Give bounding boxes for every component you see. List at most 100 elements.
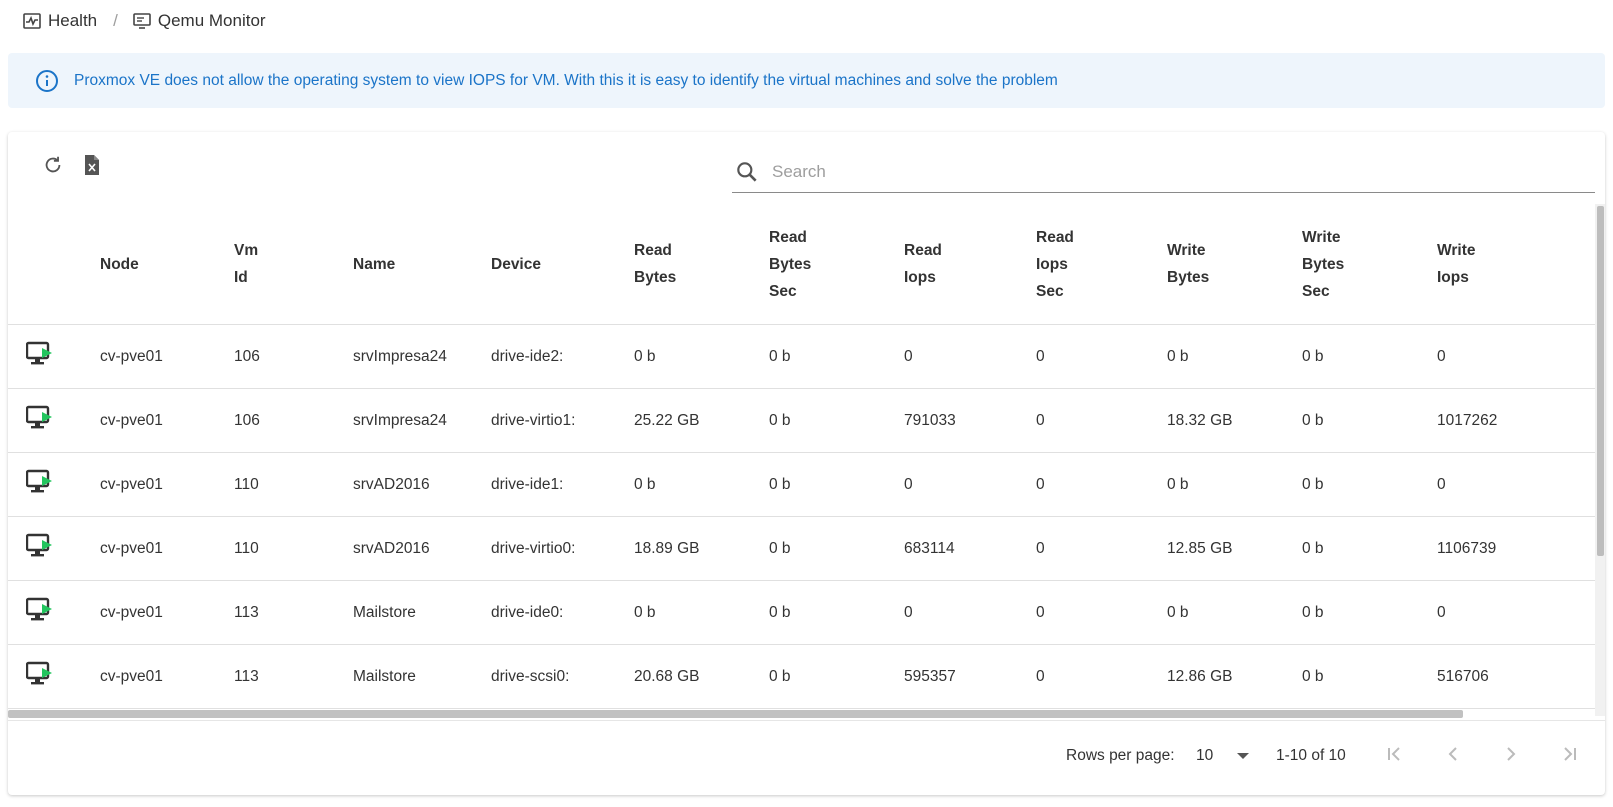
table-cell: 0 (904, 580, 1036, 645)
table-cell: cv-pve01 (100, 644, 234, 709)
qemu-monitor-card: Node Vm Id Name Device Read Bytes Read B… (8, 132, 1605, 795)
alert-message: Proxmox VE does not allow the operating … (74, 71, 1058, 89)
column-header[interactable]: Device (491, 204, 634, 325)
first-page-button[interactable] (1382, 743, 1408, 769)
rows-per-page-select[interactable]: 10 (1196, 747, 1250, 765)
info-alert: Proxmox VE does not allow the operating … (8, 53, 1605, 108)
column-header[interactable]: Read Iops (904, 204, 1036, 325)
export-excel-button[interactable] (79, 154, 105, 180)
last-page-button[interactable] (1556, 743, 1582, 769)
table-cell: 25.22 GB (634, 388, 769, 453)
previous-page-button[interactable] (1440, 743, 1466, 769)
table-cell: 516706 (1437, 644, 1605, 709)
vm-running-icon (25, 661, 54, 691)
table-cell: 0 b (1302, 644, 1437, 709)
table-cell: drive-ide2: (491, 324, 634, 389)
table-cell: 110 (234, 516, 353, 581)
table-cell: 0 b (1167, 580, 1302, 645)
table-row[interactable]: cv-pve01 110 srvAD2016 drive-ide1: 0 b0 b000… (8, 452, 1605, 517)
table-cell: 0 (1036, 580, 1167, 645)
table-cell: 18.89 GB (634, 516, 769, 581)
table-cell: 0 b (769, 644, 904, 709)
table-cell: 0 b (769, 580, 904, 645)
table-cell: 0 b (1167, 324, 1302, 389)
table-cell: 113 (234, 644, 353, 709)
vm-table-container[interactable]: Node Vm Id Name Device Read Bytes Read B… (8, 204, 1605, 716)
table-cell: 106 (234, 324, 353, 389)
table-cell: cv-pve01 (100, 452, 234, 517)
search-field (732, 152, 1595, 193)
table-cell: 0 (1036, 452, 1167, 517)
table-cell: 0 b (1302, 388, 1437, 453)
table-cell: 0 (1437, 324, 1605, 389)
horizontal-scrollbar-thumb[interactable] (8, 710, 1463, 718)
table-cell: 106 (234, 388, 353, 453)
table-cell: 0 (1036, 644, 1167, 709)
health-chart-icon (22, 11, 42, 31)
column-header[interactable]: Node (100, 204, 234, 325)
refresh-icon (42, 154, 64, 181)
table-cell: srvImpresa24 (353, 324, 491, 389)
table-cell: 0 (1036, 516, 1167, 581)
column-header[interactable]: Name (353, 204, 491, 325)
table-cell: 18.32 GB (1167, 388, 1302, 453)
column-header[interactable]: Vm Id (234, 204, 353, 325)
table-cell: 0 b (1167, 452, 1302, 517)
table-pagination: Rows per page: 10 1-10 of 10 (8, 720, 1605, 795)
table-cell: 0 b (1302, 324, 1437, 389)
column-header[interactable]: Read Iops Sec (1036, 204, 1167, 325)
first-page-icon (1385, 744, 1405, 769)
vertical-scrollbar[interactable] (1595, 204, 1605, 716)
vm-status-cell (8, 388, 100, 453)
table-cell: drive-virtio1: (491, 388, 634, 453)
table-cell: 110 (234, 452, 353, 517)
rows-per-page-value: 10 (1196, 747, 1214, 764)
table-row[interactable]: cv-pve01 113 Mailstore drive-ide0: 0 b0 b000… (8, 580, 1605, 645)
table-cell: 20.68 GB (634, 644, 769, 709)
table-row[interactable]: cv-pve01 110 srvAD2016 drive-virtio0: 18.89 … (8, 516, 1605, 581)
column-header[interactable]: Write Bytes (1167, 204, 1302, 325)
vertical-scrollbar-thumb[interactable] (1597, 206, 1604, 556)
table-cell: 0 b (634, 324, 769, 389)
breadcrumb-health-link[interactable]: Health (48, 11, 97, 31)
table-cell: 0 b (769, 388, 904, 453)
chevron-down-icon (1237, 753, 1250, 759)
column-header[interactable]: Read Bytes Sec (769, 204, 904, 325)
vm-status-cell (8, 644, 100, 709)
column-header[interactable]: Read Bytes (634, 204, 769, 325)
table-cell: 1106739 (1437, 516, 1605, 581)
vm-running-icon (25, 469, 54, 499)
vm-running-icon (25, 533, 54, 563)
next-page-button[interactable] (1498, 743, 1524, 769)
column-header[interactable]: Write Iops (1437, 204, 1605, 325)
table-cell: 0 (1036, 324, 1167, 389)
table-row[interactable]: cv-pve01 113 Mailstore drive-scsi0: 20.68 GB… (8, 644, 1605, 709)
table-cell: 0 (904, 324, 1036, 389)
vm-status-cell (8, 516, 100, 581)
table-cell: 0 b (769, 516, 904, 581)
search-icon (734, 159, 760, 185)
vm-table: Node Vm Id Name Device Read Bytes Read B… (8, 204, 1605, 716)
table-cell: 0 b (1302, 452, 1437, 517)
table-cell: drive-ide1: (491, 452, 634, 517)
table-cell: 791033 (904, 388, 1036, 453)
chevron-left-icon (1443, 744, 1463, 769)
table-cell: drive-ide0: (491, 580, 634, 645)
table-cell: Mailstore (353, 580, 491, 645)
vm-status-cell (8, 580, 100, 645)
table-row[interactable]: cv-pve01 106 srvImpresa24 drive-virtio1: 25.… (8, 388, 1605, 453)
last-page-icon (1559, 744, 1579, 769)
table-cell: 12.85 GB (1167, 516, 1302, 581)
table-cell: cv-pve01 (100, 516, 234, 581)
breadcrumb: Health / Qemu Monitor (22, 8, 266, 34)
table-cell: cv-pve01 (100, 580, 234, 645)
table-row[interactable]: cv-pve01 106 srvImpresa24 drive-ide2: 0 b0 b… (8, 324, 1605, 389)
horizontal-scrollbar[interactable] (8, 708, 1605, 718)
column-header[interactable]: Write Bytes Sec (1302, 204, 1437, 325)
vm-status-cell (8, 324, 100, 389)
refresh-button[interactable] (40, 154, 66, 180)
search-input[interactable] (770, 161, 1554, 183)
table-cell: 0 (1036, 388, 1167, 453)
table-cell: 0 b (1302, 516, 1437, 581)
monitor-icon (132, 11, 152, 31)
